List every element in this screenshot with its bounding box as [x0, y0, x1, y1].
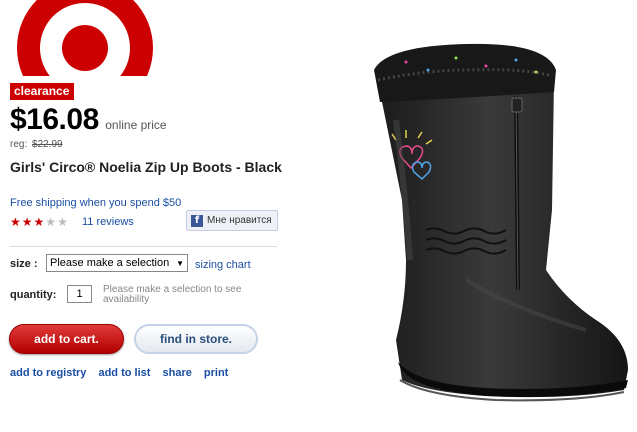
size-select-value: Please make a selection: [50, 257, 170, 269]
size-label: size :: [10, 258, 38, 270]
print-link[interactable]: print: [204, 367, 228, 379]
facebook-icon: f: [191, 214, 203, 227]
current-price: $16.08: [10, 103, 99, 136]
reviews-link[interactable]: 11 reviews: [82, 216, 134, 228]
availability-note: Please make a selection to see availabil…: [103, 284, 242, 305]
star-icon: ★: [10, 215, 22, 229]
star-rating[interactable]: ★★★★★: [10, 215, 69, 229]
facebook-like-button[interactable]: f Мне нравится: [186, 210, 278, 231]
quantity-label: quantity:: [10, 289, 57, 301]
chevron-down-icon: ▼: [176, 258, 184, 268]
clearance-badge: clearance: [10, 83, 75, 100]
free-shipping-link[interactable]: Free shipping when you spend $50: [10, 197, 181, 209]
price-row: $16.08 online price: [10, 103, 167, 137]
registered-mark: ®: [125, 64, 134, 76]
product-image[interactable]: [366, 40, 632, 402]
regular-price-row: reg: $22.99: [10, 139, 63, 150]
star-icon: ★: [21, 215, 34, 229]
size-select[interactable]: Please make a selection ▼: [46, 254, 188, 272]
share-link[interactable]: share: [162, 367, 191, 379]
find-in-store-button[interactable]: find in store.: [134, 324, 258, 354]
add-to-cart-button[interactable]: add to cart.: [9, 324, 124, 354]
add-to-list-link[interactable]: add to list: [98, 367, 150, 379]
star-icon: ★: [33, 215, 46, 229]
star-icon: ★: [45, 215, 58, 229]
regular-price-label: reg:: [10, 139, 28, 150]
star-icon: ★: [57, 215, 69, 229]
add-to-registry-link[interactable]: add to registry: [10, 367, 86, 379]
product-title: Girls' Circo® Noelia Zip Up Boots - Blac…: [10, 159, 282, 175]
action-links: add to registry add to list share print: [10, 367, 237, 379]
regular-price-value: $22.99: [32, 139, 63, 150]
quantity-input[interactable]: 1: [67, 285, 92, 303]
divider: [10, 246, 277, 247]
facebook-like-label: Мне нравится: [207, 215, 272, 226]
sizing-chart-link[interactable]: sizing chart: [195, 259, 251, 271]
price-note: online price: [105, 118, 167, 132]
